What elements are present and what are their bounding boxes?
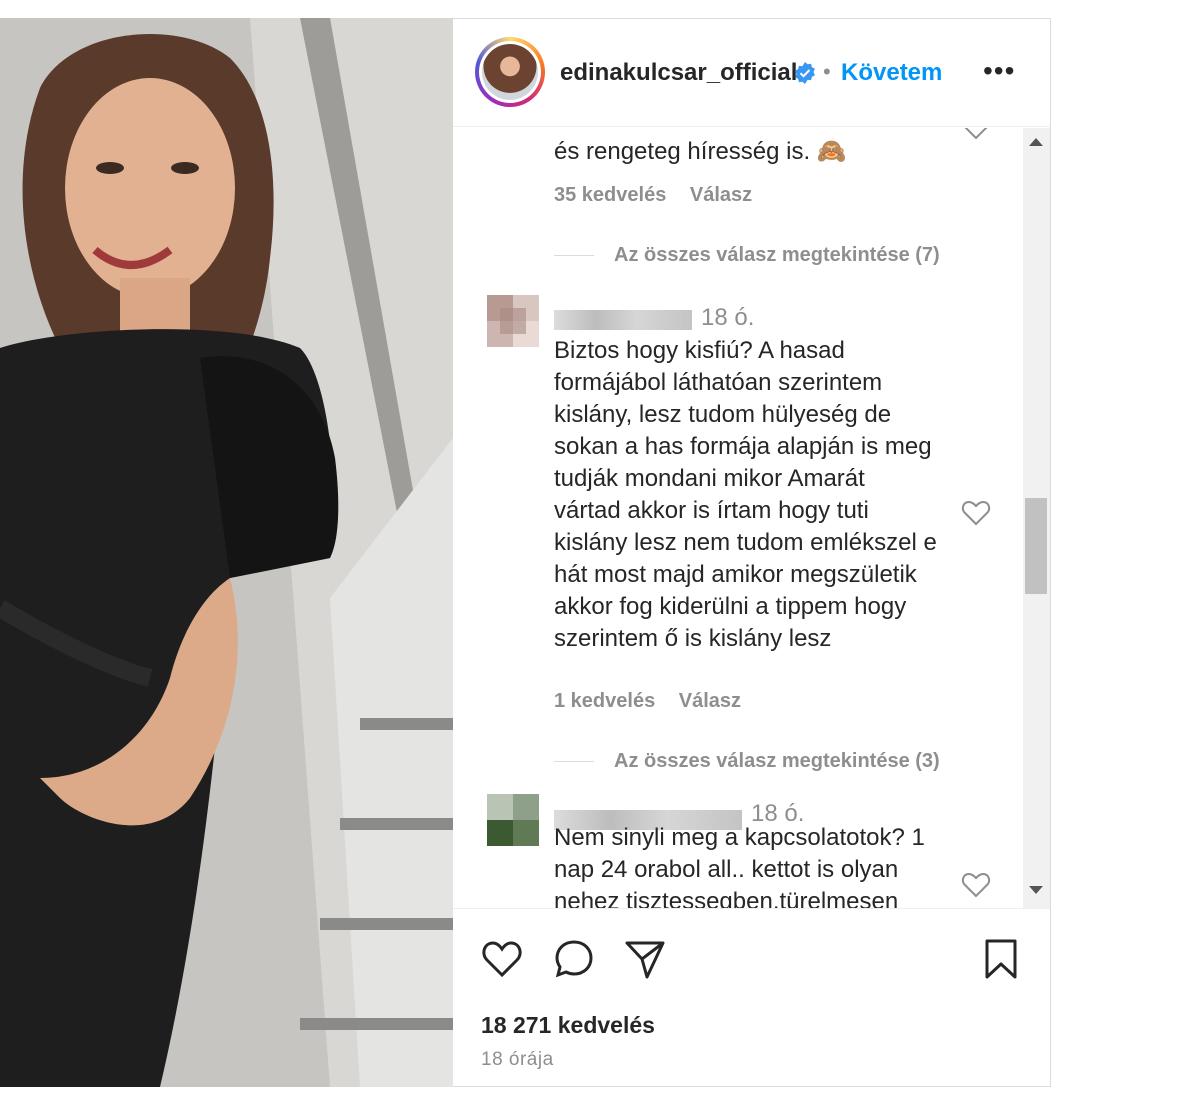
- comment-meta: 35 kedvelés Válasz: [554, 184, 770, 207]
- comment-text: Nem sinyli meg a kapcsolatotok? 1 nap 24…: [554, 824, 925, 908]
- share-icon[interactable]: [623, 937, 667, 981]
- more-options-icon[interactable]: •••: [983, 55, 1015, 87]
- like-count[interactable]: 18 271 kedvelés: [481, 1012, 655, 1039]
- comment-text: és rengeteg híresség is. 🙈: [554, 138, 847, 165]
- comment-icon[interactable]: [552, 937, 596, 981]
- post-timestamp[interactable]: 18 órája: [481, 1049, 554, 1071]
- heart-icon[interactable]: [961, 128, 991, 140]
- like-heart-icon[interactable]: [480, 937, 524, 981]
- comment-likes[interactable]: 35 kedvelés: [554, 184, 666, 206]
- reply-button[interactable]: Válasz: [690, 184, 752, 206]
- post-header: edinakulcsar_official • Követem •••: [453, 19, 1050, 127]
- comment-likes[interactable]: 1 kedvelés: [554, 690, 655, 712]
- comments-list[interactable]: és rengeteg híresség is. 🙈 35 kedvelés V…: [453, 128, 1023, 908]
- post-photo[interactable]: [0, 18, 453, 1087]
- scroll-up-arrow-icon[interactable]: [1029, 138, 1043, 146]
- post-panel: edinakulcsar_official • Követem ••• és r…: [453, 18, 1051, 1087]
- post-photo-image: [0, 18, 453, 1087]
- comments-scrollbar[interactable]: [1023, 128, 1050, 908]
- bookmark-icon[interactable]: [979, 937, 1023, 981]
- follow-button[interactable]: Követem: [841, 59, 942, 87]
- view-replies-label: Az összes válasz megtekintése (3): [614, 750, 940, 772]
- commenter-name-blurred[interactable]: [554, 310, 692, 330]
- heart-icon[interactable]: [961, 498, 991, 528]
- comment-meta: 1 kedvelés Válasz: [554, 690, 759, 713]
- profile-avatar[interactable]: [475, 37, 545, 107]
- reply-button[interactable]: Válasz: [679, 690, 741, 712]
- verified-badge-icon: [795, 62, 815, 84]
- comment-time: 18 ó.: [701, 304, 755, 331]
- heart-icon[interactable]: [961, 870, 991, 900]
- commenter-avatar[interactable]: [487, 794, 539, 846]
- comment-text: Biztos hogy kisfiú? A hasad formájábol l…: [554, 337, 937, 652]
- username-link[interactable]: edinakulcsar_official: [560, 59, 797, 87]
- separator-dot: •: [823, 59, 831, 84]
- view-replies-button[interactable]: Az összes válasz megtekintése (3): [554, 750, 940, 773]
- post-actions: 18 271 kedvelés 18 órája: [453, 908, 1050, 1088]
- scrollbar-thumb[interactable]: [1025, 498, 1047, 594]
- view-replies-button[interactable]: Az összes válasz megtekintése (7): [554, 244, 940, 267]
- scroll-down-arrow-icon[interactable]: [1029, 886, 1043, 894]
- commenter-avatar[interactable]: [487, 295, 539, 347]
- view-replies-label: Az összes válasz megtekintése (7): [614, 244, 940, 266]
